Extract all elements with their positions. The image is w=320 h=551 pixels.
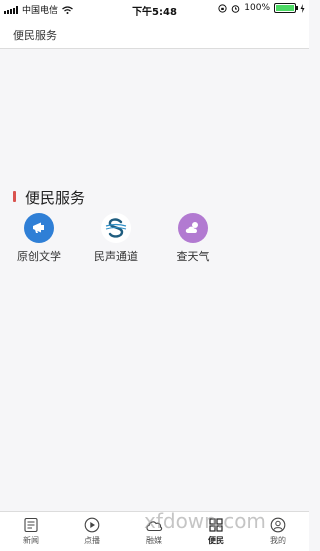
battery-icon: [274, 3, 298, 13]
megaphone-icon: [24, 213, 54, 243]
service-label: 查天气: [176, 250, 210, 263]
weather-icon: [178, 213, 208, 243]
service-label: 原创文学: [17, 250, 61, 263]
orientation-lock-icon: [218, 3, 227, 13]
alarm-icon: [231, 4, 240, 13]
tab-label: 点播: [84, 536, 100, 545]
play-icon: [67, 516, 117, 533]
s-logo-icon: [101, 213, 131, 243]
page-title: 便民服务: [13, 29, 57, 42]
tab-label: 融媒: [146, 536, 162, 545]
services-section: 便民服务: [0, 185, 309, 207]
service-label: 民声通道: [94, 250, 138, 263]
battery-percent: 100%: [244, 3, 270, 13]
tab-vod[interactable]: 点播: [67, 516, 117, 546]
status-bar: 中国电信 下午5:48 100%: [0, 0, 309, 18]
page-header: 便民服务: [0, 18, 309, 49]
tab-label: 新闻: [23, 536, 39, 545]
tab-label: 便民: [208, 536, 224, 545]
tab-news[interactable]: 新闻: [6, 516, 56, 546]
service-item-original-literature[interactable]: 原创文学: [4, 213, 74, 264]
charging-icon: [300, 3, 305, 13]
service-item-weather[interactable]: 查天气: [158, 213, 228, 264]
tab-label: 我的: [270, 536, 286, 545]
news-icon: [6, 516, 56, 533]
watermark: xfdown.com: [144, 509, 266, 533]
section-title: 便民服务: [25, 189, 86, 207]
service-item-public-voice[interactable]: 民声通道: [81, 213, 151, 264]
section-accent-bar: [13, 191, 16, 202]
